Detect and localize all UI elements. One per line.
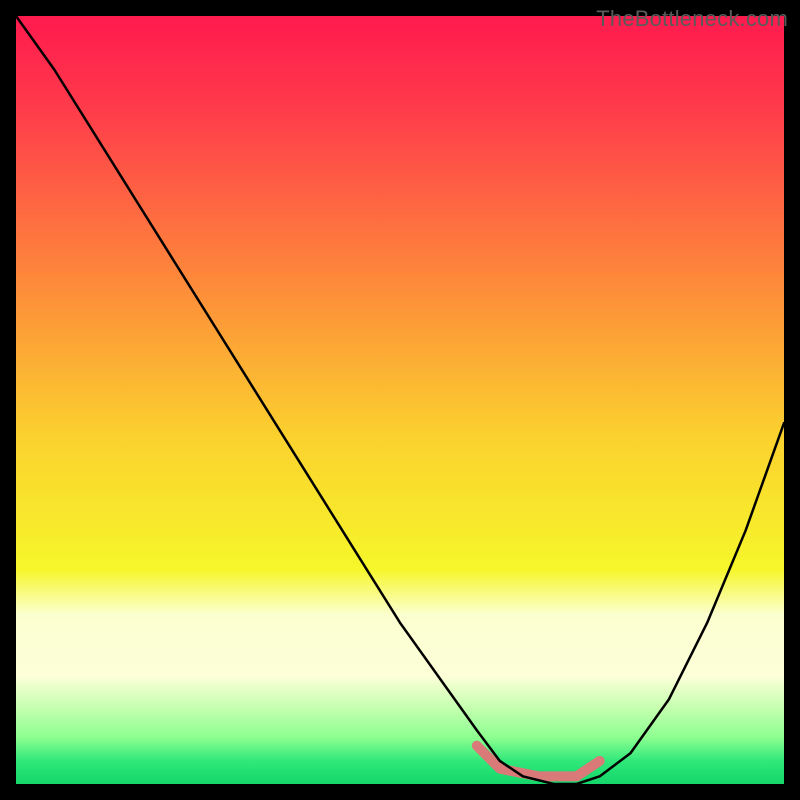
bottleneck-chart (16, 16, 784, 784)
watermark-text: TheBottleneck.com (596, 6, 788, 32)
gradient-backdrop (16, 16, 784, 784)
